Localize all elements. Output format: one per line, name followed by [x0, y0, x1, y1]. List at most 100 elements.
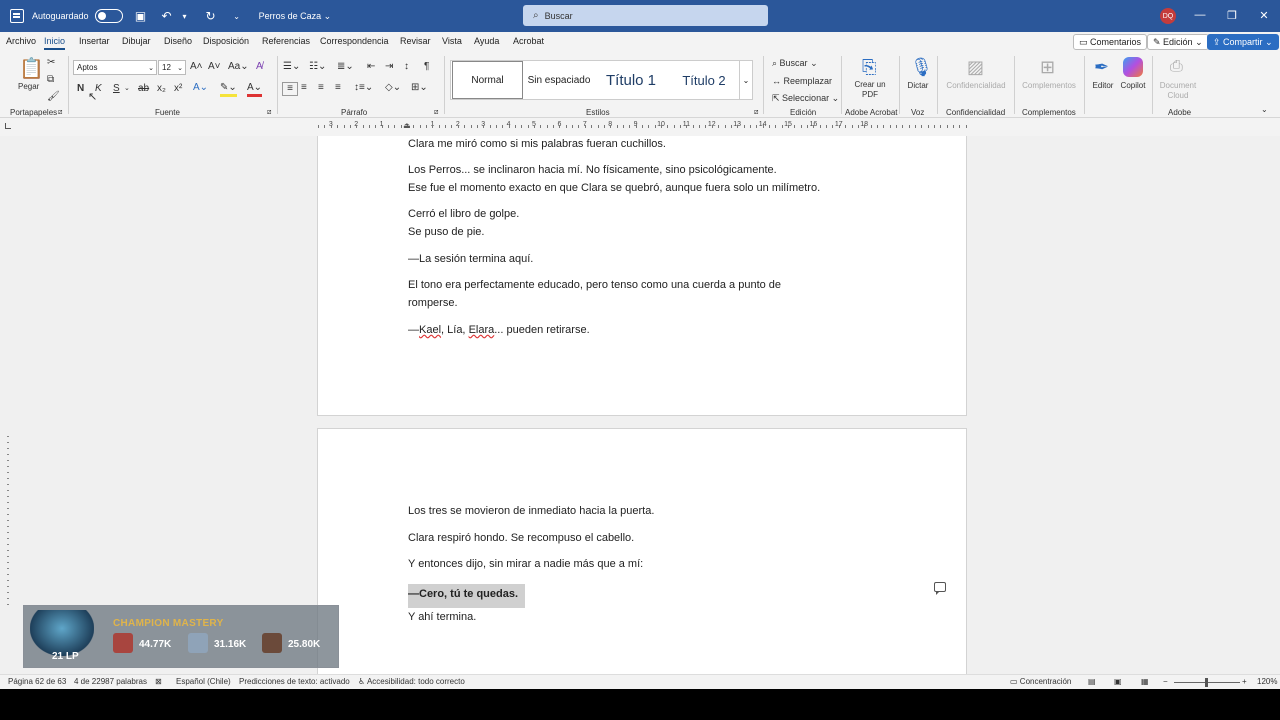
save-icon[interactable]: ▣ — [133, 9, 149, 23]
horizontal-ruler[interactable]: 321123456789101112131415161718⏏ — [317, 121, 967, 133]
text-predictions[interactable]: Predicciones de texto: activado — [239, 677, 350, 686]
minimize-icon[interactable]: — — [1193, 9, 1207, 21]
tab-dibujar[interactable]: Dibujar — [122, 36, 151, 46]
search-box[interactable]: ⌕ Buscar — [523, 5, 768, 26]
style-no-spacing[interactable]: Sin espaciado — [524, 61, 594, 99]
accessibility-status[interactable]: ♿ Accesibilidad: todo correcto — [358, 677, 465, 686]
microphone-icon[interactable]: 🎙 — [910, 56, 933, 78]
tab-correspondencia[interactable]: Correspondencia — [320, 36, 389, 46]
zoom-in-icon[interactable]: + — [1242, 677, 1247, 686]
numbering-icon[interactable]: ☷⌄ — [309, 61, 326, 73]
misspelled-word[interactable]: Elara — [469, 324, 495, 336]
focus-mode[interactable]: ▭ Concentración — [1010, 677, 1071, 686]
clear-format-icon[interactable]: A̸ — [256, 61, 263, 73]
tab-vista[interactable]: Vista — [442, 36, 462, 46]
align-center-icon[interactable]: ≡ — [301, 82, 307, 94]
select-button[interactable]: ⇱ Seleccionar ⌄ — [772, 92, 839, 104]
misspelled-word[interactable]: Kael — [419, 324, 441, 336]
increase-indent-icon[interactable]: ⇥ — [385, 61, 393, 73]
zoom-level[interactable]: 120% — [1257, 677, 1277, 686]
replace-button[interactable]: ↔ Reemplazar — [772, 75, 832, 87]
underline-icon[interactable]: S — [113, 83, 120, 95]
editor-icon[interactable]: ✒ — [1094, 56, 1109, 78]
line-spacing-icon[interactable]: ↕≡⌄ — [354, 82, 373, 94]
page[interactable]: Clara me miró como si mis palabras fuera… — [317, 136, 967, 416]
format-painter-icon[interactable]: 🖌 — [47, 91, 60, 103]
proofing-icon[interactable]: ⊠ — [155, 677, 162, 686]
grow-font-icon[interactable]: A˄ — [190, 61, 203, 73]
font-name-combo[interactable]: Aptos ⌄ — [73, 60, 157, 75]
zoom-out-icon[interactable]: − — [1163, 677, 1168, 686]
paste-icon[interactable]: 📋 — [19, 58, 44, 80]
zoom-slider-thumb[interactable] — [1205, 678, 1208, 687]
multilevel-list-icon[interactable]: ≣⌄ — [337, 61, 354, 73]
redo-icon[interactable]: ↻ — [203, 9, 219, 23]
copilot-label[interactable]: Copilot — [1119, 81, 1147, 90]
superscript-icon[interactable]: x² — [174, 83, 182, 95]
tab-ayuda[interactable]: Ayuda — [474, 36, 499, 46]
dictate-label[interactable]: Dictar — [906, 81, 930, 90]
avatar[interactable]: DQ — [1160, 8, 1176, 24]
style-heading-1[interactable]: Título 1 — [595, 61, 667, 99]
comments-button[interactable]: ▭ Comentarios — [1073, 34, 1148, 50]
change-case-icon[interactable]: Aa⌄ — [228, 61, 249, 73]
bold-icon[interactable]: N — [77, 83, 84, 95]
close-icon[interactable]: ✕ — [1257, 9, 1271, 22]
justify-icon[interactable]: ≡ — [335, 82, 341, 94]
subscript-icon[interactable]: x₂ — [157, 83, 166, 95]
read-mode-icon[interactable]: ▤ — [1088, 677, 1096, 686]
web-layout-icon[interactable]: ▦ — [1141, 677, 1149, 686]
tab-acrobat[interactable]: Acrobat — [513, 36, 544, 46]
customize-toolbar-icon[interactable]: ⌄ — [229, 12, 245, 21]
tab-inicio[interactable]: Inicio — [44, 36, 66, 50]
tab-disposicion[interactable]: Disposición — [203, 36, 249, 46]
indent-marker-icon[interactable]: ⏏ — [403, 121, 411, 130]
font-size-combo[interactable]: 12 ⌄ — [158, 60, 186, 75]
restore-icon[interactable]: ❐ — [1225, 9, 1239, 22]
language[interactable]: Español (Chile) — [176, 677, 231, 686]
text-effects-icon[interactable]: A⌄ — [193, 82, 208, 94]
tab-archivo[interactable]: Archivo — [6, 36, 36, 46]
font-color-icon[interactable]: A⌄ — [247, 82, 263, 97]
document-title[interactable]: Perros de Caza ⌄ — [259, 11, 332, 22]
undo-dropdown-icon[interactable]: ▾ — [177, 12, 193, 21]
style-heading-2[interactable]: Título 2 — [669, 61, 739, 99]
underline-dropdown-icon[interactable]: ⌄ — [124, 83, 130, 95]
strikethrough-icon[interactable]: ab — [138, 83, 149, 95]
share-button[interactable]: ⇪ Compartir ⌄ — [1207, 34, 1279, 50]
shrink-font-icon[interactable]: A˅ — [208, 61, 221, 73]
copilot-icon[interactable] — [1123, 57, 1143, 77]
highlight-icon[interactable]: ✎⌄ — [220, 82, 237, 97]
bullets-icon[interactable]: ☰⌄ — [283, 61, 300, 73]
word-count[interactable]: 4 de 22987 palabras — [74, 677, 147, 686]
comment-icon[interactable] — [934, 582, 946, 595]
tab-selector-icon[interactable] — [5, 123, 11, 129]
find-button[interactable]: ⌕ Buscar ⌄ — [772, 57, 818, 69]
cut-icon[interactable]: ✂ — [47, 57, 55, 69]
shading-icon[interactable]: ◇⌄ — [385, 82, 401, 94]
styles-more-button[interactable]: ⌄ — [739, 60, 753, 100]
tab-referencias[interactable]: Referencias — [262, 36, 310, 46]
vertical-ruler[interactable] — [4, 136, 12, 674]
paste-label[interactable]: Pegar — [18, 82, 39, 91]
page-count[interactable]: Página 62 de 63 — [8, 677, 66, 686]
page[interactable]: Los tres se movieron de inmediato hacia … — [317, 428, 967, 674]
style-normal[interactable]: Normal — [452, 61, 523, 99]
sort-icon[interactable]: ↕ — [404, 61, 409, 73]
tab-diseno[interactable]: Diseño — [164, 36, 192, 46]
tab-revisar[interactable]: Revisar — [400, 36, 431, 46]
undo-icon[interactable]: ↶ — [159, 9, 175, 23]
print-layout-icon[interactable]: ▣ — [1114, 677, 1122, 686]
copy-icon[interactable]: ⧉ — [47, 74, 54, 86]
align-left-icon[interactable]: ≡ — [282, 82, 298, 96]
tab-insertar[interactable]: Insertar — [79, 36, 110, 46]
align-right-icon[interactable]: ≡ — [318, 82, 324, 94]
editing-mode-button[interactable]: ✎ Edición ⌄ — [1147, 34, 1209, 50]
editor-label[interactable]: Editor — [1092, 81, 1114, 90]
create-pdf-label[interactable]: Crear un PDF — [852, 80, 888, 100]
collapse-ribbon-icon[interactable]: ⌄ — [1261, 104, 1268, 116]
autosave-toggle[interactable] — [94, 9, 123, 23]
borders-icon[interactable]: ⊞⌄ — [411, 82, 428, 94]
decrease-indent-icon[interactable]: ⇤ — [367, 61, 375, 73]
show-marks-icon[interactable]: ¶ — [424, 61, 429, 73]
